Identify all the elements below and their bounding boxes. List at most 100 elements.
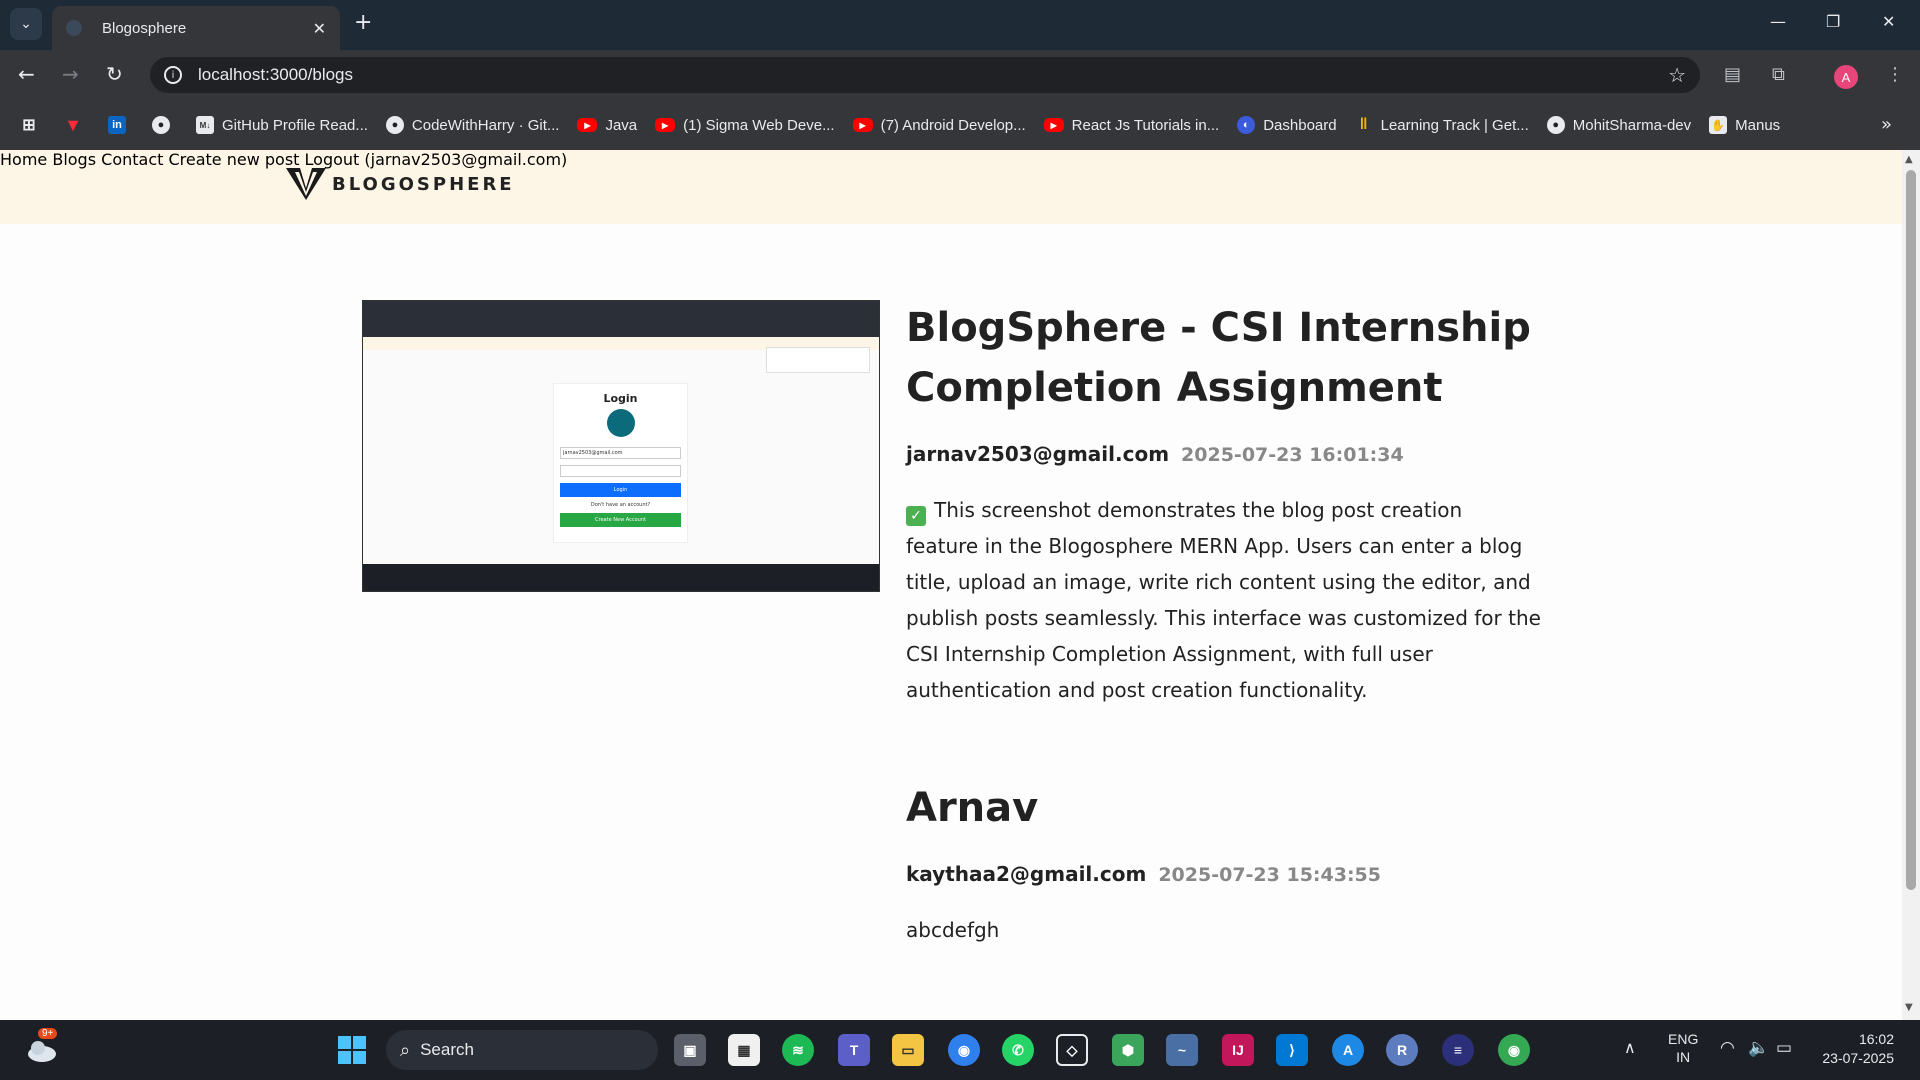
bookmarks-overflow-icon[interactable]: » <box>1881 114 1892 135</box>
bookmark-label: Learning Track | Get... <box>1380 116 1529 134</box>
post-time: 2025-07-23 15:43:55 <box>1158 864 1381 886</box>
bookmark-item[interactable]: ● CodeWithHarry · Git... <box>385 116 559 134</box>
clock[interactable]: 16:02 23-07-2025 <box>1816 1030 1894 1068</box>
check-mark-icon: ✓ <box>906 506 926 526</box>
microsoft-store-icon[interactable]: ▦ <box>728 1034 760 1066</box>
bookmark-item[interactable]: ◐ Dashboard <box>1237 116 1337 134</box>
bookmark-item[interactable]: ✋ Manus <box>1709 116 1780 134</box>
chrome-profile-icon[interactable]: ◉ <box>1498 1034 1530 1066</box>
android-studio-icon[interactable]: A <box>1332 1034 1364 1066</box>
site-logo[interactable]: BLOGOSPHERE <box>286 166 515 202</box>
tab-close-icon[interactable]: ✕ <box>313 19 326 38</box>
post-title-line2[interactable]: Completion Assignment <box>906 358 1606 418</box>
extensions-icon[interactable]: ⧉ <box>1772 64 1785 85</box>
file-explorer-icon[interactable]: ▭ <box>892 1034 924 1066</box>
windows-taskbar: 9+ ⌕ Search ▣ ▦ ≋ T ▭ ◉ ✆ ◇ ⬢ ~ IJ ⟩ A R… <box>0 1020 1920 1080</box>
taskbar-search[interactable]: ⌕ Search <box>386 1030 658 1070</box>
bookmark-linkedin[interactable]: in <box>108 116 134 134</box>
mysql-icon[interactable]: ~ <box>1166 1034 1198 1066</box>
back-button[interactable]: ← <box>18 62 35 86</box>
bookmark-star-icon[interactable]: ☆ <box>1668 63 1686 87</box>
tab-title: Blogosphere <box>102 19 187 37</box>
scroll-thumb[interactable] <box>1906 170 1916 890</box>
r-language-icon[interactable]: R <box>1386 1034 1418 1066</box>
dashboard-icon: ◐ <box>1237 116 1256 134</box>
bookmark-label: Java <box>605 116 638 134</box>
tab-strip: ⌄ Blogosphere ✕ + — ❐ ✕ <box>0 0 1920 50</box>
volume-icon[interactable]: 🔈 <box>1748 1038 1769 1058</box>
reload-button[interactable]: ↻ <box>106 62 123 86</box>
thumb-password-field <box>560 465 681 477</box>
site-info-icon[interactable]: i <box>164 66 182 84</box>
vscode-icon[interactable]: ⟩ <box>1276 1034 1308 1066</box>
git-tool-icon[interactable]: ⬢ <box>1112 1034 1144 1066</box>
summary-line: title, upload an image, write rich conte… <box>906 570 1531 594</box>
bookmark-item[interactable]: ▶ Java <box>577 117 637 134</box>
thumb-login-button: Login <box>560 483 681 497</box>
bookmark-label: GitHub Profile Read... <box>222 116 368 134</box>
forward-button[interactable]: → <box>62 62 79 86</box>
chart-icon: ‖ <box>1359 116 1368 133</box>
bookmarks-bar: ⊞ ▼ in ● M↓ GitHub Profile Read... ● CodeW… <box>0 100 1920 150</box>
wifi-icon[interactable]: ◠ <box>1720 1038 1735 1058</box>
virtualbox-icon[interactable]: ◇ <box>1056 1034 1088 1066</box>
tab-search-button[interactable]: ⌄ <box>10 8 42 40</box>
spotify-icon[interactable]: ≋ <box>782 1034 814 1066</box>
language-indicator[interactable]: ENG IN <box>1668 1030 1698 1066</box>
tab-groups-icon[interactable]: ▤ <box>1724 64 1741 85</box>
bookmark-item[interactable]: ▶ React Js Tutorials in... <box>1043 117 1219 134</box>
language-line2: IN <box>1676 1049 1691 1065</box>
bookmark-apps[interactable]: ⊞ <box>20 116 46 134</box>
notification-badge: 9+ <box>38 1028 58 1039</box>
eclipse-icon[interactable]: ≡ <box>1442 1034 1474 1066</box>
minimize-button[interactable]: — <box>1770 12 1786 31</box>
language-line1: ENG <box>1668 1031 1699 1047</box>
scroll-up-arrow-icon[interactable]: ▲ <box>1905 154 1913 165</box>
bookmark-item[interactable]: M↓ GitHub Profile Read... <box>196 116 368 134</box>
profile-avatar[interactable]: A <box>1834 65 1858 89</box>
tray-chevron-icon[interactable]: ∧ <box>1624 1038 1636 1058</box>
start-button[interactable] <box>338 1036 366 1064</box>
url-text[interactable]: localhost:3000/blogs <box>198 65 1668 85</box>
whatsapp-icon[interactable]: ✆ <box>1002 1034 1034 1066</box>
scroll-down-arrow-icon[interactable]: ▼ <box>1905 1002 1913 1013</box>
restore-button[interactable]: ❐ <box>1826 12 1840 31</box>
menu-kebab-icon[interactable]: ⋮ <box>1886 64 1904 85</box>
new-tab-button[interactable]: + <box>354 10 372 35</box>
summary-line: CSI Internship Completion Assignment, wi… <box>906 642 1433 666</box>
intellij-icon[interactable]: IJ <box>1222 1034 1254 1066</box>
bookmark-item[interactable]: ▶ (1) Sigma Web Deve... <box>655 117 835 134</box>
bookmark-label: MohitSharma-dev <box>1572 116 1692 134</box>
teams-icon[interactable]: T <box>838 1034 870 1066</box>
youtube-icon: ▶ <box>577 118 598 132</box>
post-card: Arnav kaythaa2@gmail.com 2025-07-23 15:4… <box>906 778 1606 948</box>
linkedin-icon: in <box>108 116 126 134</box>
close-window-button[interactable]: ✕ <box>1882 12 1895 31</box>
nav-contact-link[interactable]: Contact <box>101 150 163 169</box>
github-icon: ● <box>152 116 170 134</box>
task-view-icon[interactable]: ▣ <box>674 1034 706 1066</box>
nav-blogs-link[interactable]: Blogs <box>52 150 96 169</box>
battery-icon[interactable]: ▭ <box>1776 1038 1792 1058</box>
address-bar[interactable]: i localhost:3000/blogs ☆ <box>150 57 1700 93</box>
nav-create-post-link[interactable]: Create new post <box>168 150 299 169</box>
bookmark-item[interactable]: ● MohitSharma-dev <box>1546 116 1692 134</box>
bookmark-vivaldi[interactable]: ▼ <box>64 114 90 135</box>
page-scrollbar[interactable]: ▲ ▼ <box>1902 150 1920 1020</box>
active-tab[interactable]: Blogosphere ✕ <box>52 6 340 50</box>
chrome-icon[interactable]: ◉ <box>948 1034 980 1066</box>
summary-line: feature in the Blogosphere MERN App. Use… <box>906 534 1523 558</box>
bookmark-github[interactable]: ● <box>152 116 178 134</box>
post-title[interactable]: Arnav <box>906 778 1606 838</box>
nav-home-link[interactable]: Home <box>0 150 47 169</box>
bookmark-item[interactable]: ‖ Learning Track | Get... <box>1355 116 1529 134</box>
bookmark-item[interactable]: ▶ (7) Android Develop... <box>852 117 1026 134</box>
post-title-line1[interactable]: BlogSphere - CSI Internship <box>906 298 1606 358</box>
clock-date: 23-07-2025 <box>1822 1050 1894 1066</box>
search-label: Search <box>420 1040 474 1059</box>
bookmark-label: Manus <box>1735 116 1781 134</box>
summary-line: publish posts seamlessly. This interface… <box>906 606 1541 630</box>
vivaldi-icon: ▼ <box>64 114 82 135</box>
thumb-toast <box>766 347 870 373</box>
post-image[interactable]: Login jarnav2503@gmail.com Login Don't h… <box>362 300 880 592</box>
